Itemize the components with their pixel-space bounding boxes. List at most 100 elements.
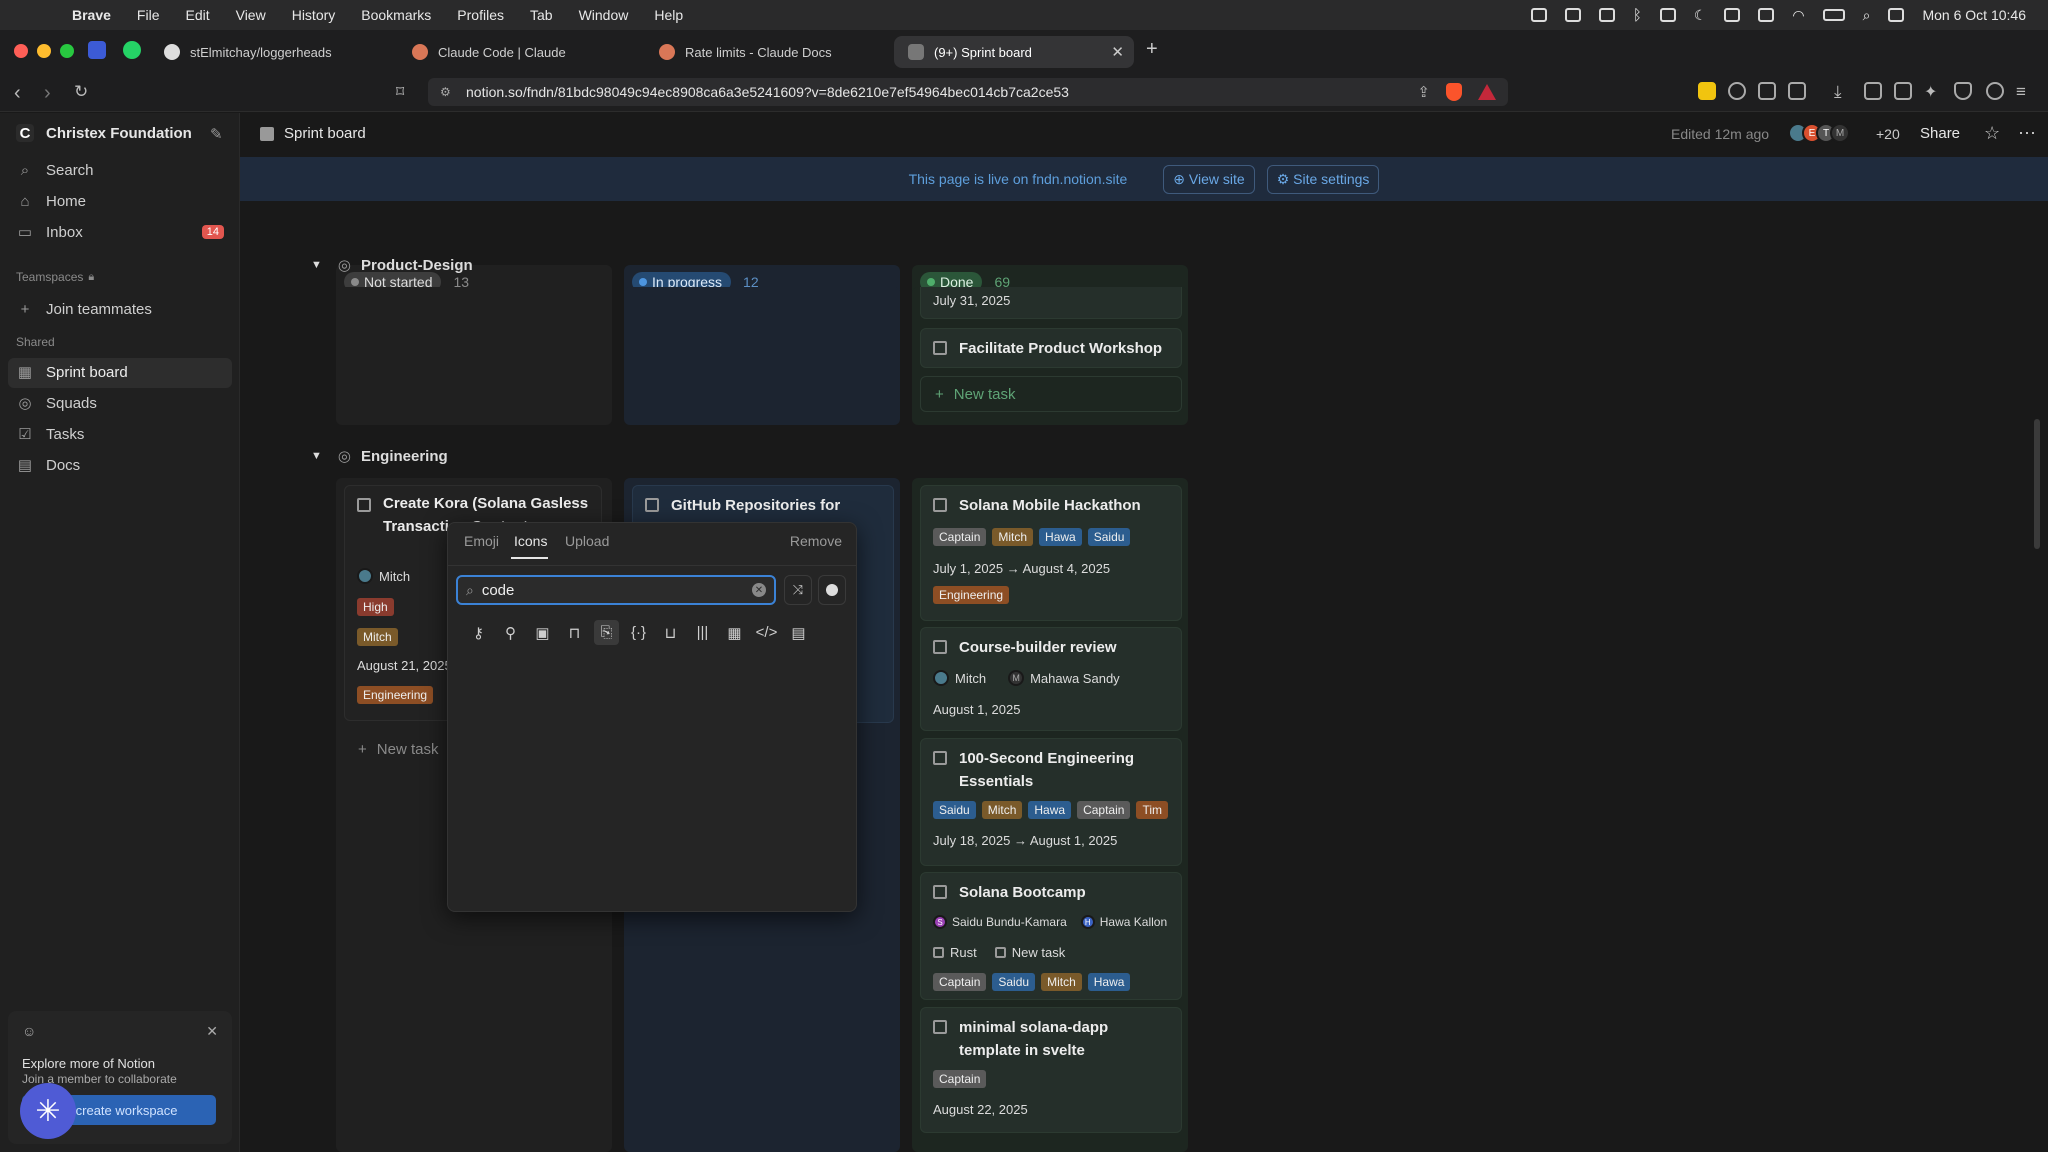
sub-item[interactable]: New task <box>1012 945 1065 960</box>
collaborator-count[interactable]: +20 <box>1876 126 1900 142</box>
menu-file[interactable]: File <box>137 7 160 23</box>
tab-loggerheads[interactable]: stElmitchay/loggerheads <box>150 36 380 68</box>
remove-button[interactable]: Remove <box>790 533 842 549</box>
menu-tab[interactable]: Tab <box>530 7 553 23</box>
tray-icon[interactable] <box>1659 8 1676 22</box>
moon-icon[interactable]: ☾ <box>1694 7 1707 24</box>
forward-icon[interactable]: › <box>44 82 51 105</box>
floating-assistant-button[interactable]: ✳ <box>20 1083 76 1139</box>
sidebar-item-docs[interactable]: ▤ Docs <box>16 456 80 475</box>
breadcrumb-page[interactable]: Sprint board <box>284 125 366 142</box>
shuffle-icon[interactable]: ⤨ <box>784 575 812 605</box>
sidebar-item-squads[interactable]: ◎ Squads <box>16 394 96 413</box>
group-header-engineering[interactable]: ▼ ◎ Engineering <box>311 447 448 466</box>
tab-emoji[interactable]: Emoji <box>464 533 499 549</box>
menu-bookmarks[interactable]: Bookmarks <box>361 7 431 23</box>
site-info-icon[interactable]: ⚙ <box>440 85 451 99</box>
scroll-icon[interactable]: ⎘ <box>594 620 619 645</box>
card-100-second-engineering[interactable]: 100-Second Engineering Essentials Saidu … <box>920 738 1182 866</box>
sidebar-home[interactable]: ⌂ Home <box>16 192 86 210</box>
battery-icon[interactable] <box>1822 9 1845 21</box>
collapse-triangle-icon[interactable]: ▼ <box>311 450 322 462</box>
key-icon[interactable]: ⚷ <box>466 620 491 645</box>
card-minimal-solana-dapp[interactable]: minimal solana-dapp template in svelte C… <box>920 1007 1182 1133</box>
card-solana-mobile-hackathon[interactable]: Solana Mobile Hackathon Captain Mitch Ha… <box>920 485 1182 621</box>
tray-icon[interactable] <box>1724 8 1741 22</box>
tab-sprint-board[interactable]: (9+) Sprint board ✕ <box>894 36 1134 68</box>
menu-icon[interactable]: ≡ <box>2016 82 2034 101</box>
page-scrollbar[interactable] <box>2034 419 2040 549</box>
wallet-icon[interactable] <box>1894 82 1912 100</box>
back-icon[interactable]: ‹ <box>14 82 21 105</box>
tray-icon[interactable] <box>1758 8 1775 22</box>
collaborator-avatars[interactable]: E T M <box>1788 123 1850 143</box>
search-icon[interactable]: ⌕ <box>1863 7 1871 24</box>
extension-icon[interactable] <box>1788 82 1806 100</box>
lock-icon[interactable]: ▣ <box>530 620 555 645</box>
theme-icon[interactable] <box>1986 82 2004 100</box>
tray-icon[interactable] <box>1598 8 1615 22</box>
lock-open-icon[interactable]: ⊔ <box>658 620 683 645</box>
barcode-icon[interactable]: ||| <box>690 620 715 645</box>
whatsapp-icon[interactable] <box>123 41 141 59</box>
favorite-star-icon[interactable]: ☆ <box>1984 123 2000 144</box>
menu-profiles[interactable]: Profiles <box>457 7 504 23</box>
sidebar-join-teammates[interactable]: + Join teammates <box>16 300 152 318</box>
menu-window[interactable]: Window <box>579 7 629 23</box>
card-facilitate-workshop[interactable]: Facilitate Product Workshop <box>920 328 1182 368</box>
brave-rewards-icon[interactable] <box>1478 84 1496 100</box>
menu-history[interactable]: History <box>292 7 336 23</box>
leo-ai-icon[interactable]: ✦ <box>1924 82 1942 101</box>
download-icon[interactable]: ⤓ <box>1834 82 1852 101</box>
menu-view[interactable]: View <box>236 7 266 23</box>
clock[interactable]: Mon 6 Oct 10:46 <box>1922 7 2026 23</box>
menu-help[interactable]: Help <box>654 7 683 23</box>
qr-code-icon[interactable]: ▦ <box>722 620 747 645</box>
clear-search-icon[interactable]: ✕ <box>752 583 766 597</box>
sidebar-panel-icon[interactable] <box>1864 82 1882 100</box>
sidebar-item-tasks[interactable]: ☑ Tasks <box>16 425 84 444</box>
sub-item[interactable]: Rust <box>950 945 977 960</box>
share-icon[interactable]: ⇪ <box>1417 83 1430 101</box>
close-tab-icon[interactable]: ✕ <box>1111 43 1124 61</box>
tab-claude-code[interactable]: Claude Code | Claude <box>398 36 630 68</box>
menu-edit[interactable]: Edit <box>185 7 209 23</box>
brave-shields-icon[interactable] <box>1446 83 1462 101</box>
more-options-icon[interactable]: ⋯ <box>2018 123 2036 144</box>
reload-icon[interactable]: ↻ <box>74 82 88 102</box>
extension-icon[interactable] <box>1698 82 1716 100</box>
close-promo-icon[interactable]: ✕ <box>206 1023 218 1040</box>
sidebar-search[interactable]: ⌕ Search <box>16 161 94 179</box>
close-window-button[interactable] <box>14 44 28 58</box>
tray-icon[interactable] <box>1564 8 1581 22</box>
tab-rate-limits[interactable]: Rate limits - Claude Docs <box>645 36 877 68</box>
workspace-switcher[interactable]: C Christex Foundation <box>16 124 192 142</box>
new-page-icon[interactable]: ✎ <box>210 125 223 143</box>
share-button[interactable]: Share <box>1920 125 1960 142</box>
menu-app[interactable]: Brave <box>72 7 111 23</box>
collapse-triangle-icon[interactable]: ▼ <box>311 259 322 271</box>
new-task-button[interactable]: + New task <box>920 376 1182 412</box>
curly-braces-icon[interactable]: {·} <box>626 620 651 645</box>
extension-icon[interactable] <box>1728 82 1746 100</box>
key-outline-icon[interactable]: ⚲ <box>498 620 523 645</box>
tab-icons[interactable]: Icons <box>514 533 547 549</box>
terminal-icon[interactable]: ▤ <box>786 620 811 645</box>
url-field[interactable]: ⚙ notion.so/fndn/81bdc98049c94ec8908ca6a… <box>428 78 1508 106</box>
sidebar-toggle-icon[interactable] <box>88 41 106 59</box>
card-solana-bootcamp[interactable]: Solana Bootcamp S Saidu Bundu-Kamara H Haw… <box>920 872 1182 1000</box>
color-picker-button[interactable] <box>818 575 846 605</box>
sidebar-item-sprint-board[interactable]: ▦ Sprint board <box>16 363 128 382</box>
view-site-button[interactable]: ⊕ View site <box>1163 164 1255 194</box>
wifi-icon[interactable]: ◠ <box>1792 7 1804 24</box>
tray-icon[interactable] <box>1530 8 1547 22</box>
group-header-product-design[interactable]: ▼ ◎ Product-Design <box>311 256 473 275</box>
maximize-window-button[interactable] <box>60 44 74 58</box>
tab-upload[interactable]: Upload <box>565 533 609 549</box>
card-course-builder-review[interactable]: Course-builder review Mitch M Mahawa Sand… <box>920 627 1182 731</box>
site-settings-button[interactable]: ⚙ Site settings <box>1266 164 1380 194</box>
vpn-icon[interactable] <box>1954 82 1972 100</box>
card-partial[interactable]: July 31, 2025 <box>920 287 1182 319</box>
lock-closed-icon[interactable]: ⊓ <box>562 620 587 645</box>
control-center-icon[interactable] <box>1888 8 1905 22</box>
